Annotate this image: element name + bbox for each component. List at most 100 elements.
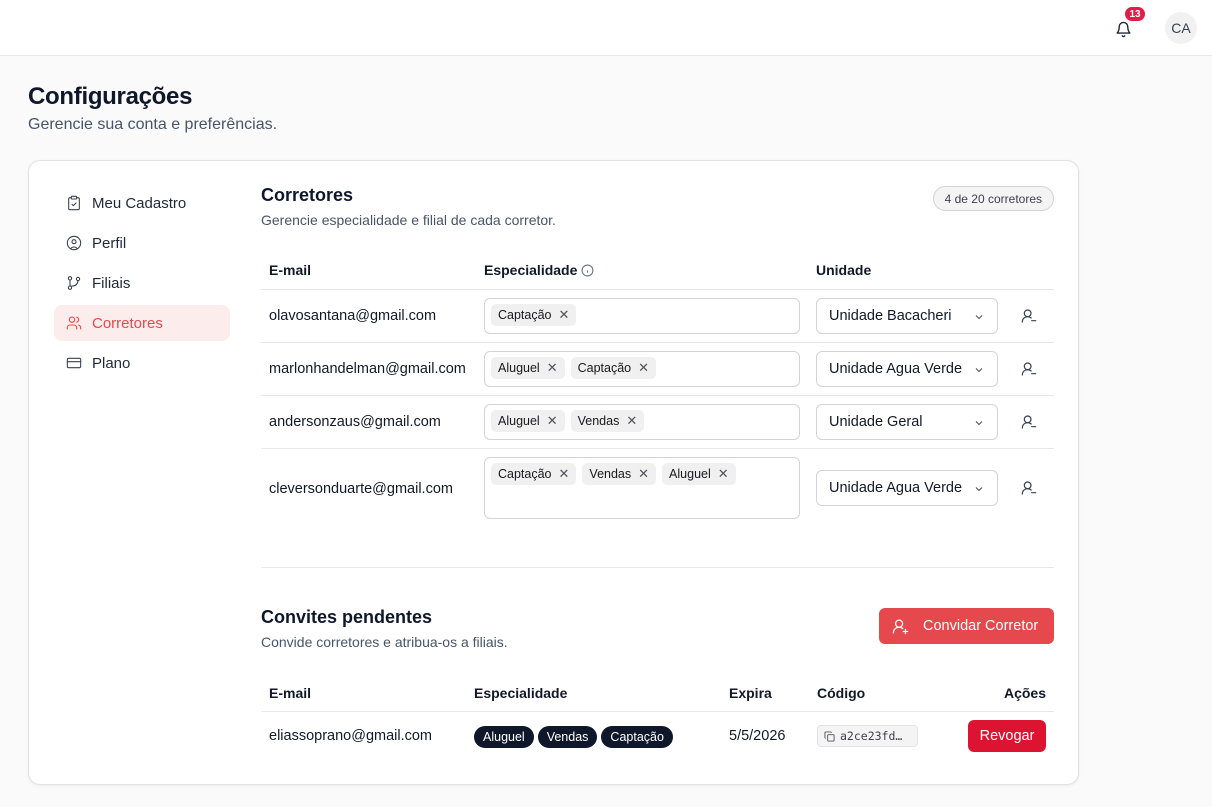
info-icon[interactable] (581, 264, 594, 277)
invite-specialties: Aluguel Vendas Captação (474, 726, 673, 748)
chevron-down-icon (975, 487, 983, 492)
broker-email: marlonhandelman@gmail.com (269, 361, 466, 377)
table-row: olavosantana@gmail.com Captação ✕ Unidade… (261, 290, 1054, 343)
remove-broker-button[interactable] (1017, 357, 1041, 381)
clipboard-icon (68, 195, 80, 211)
nav-item-label: Corretores (92, 314, 163, 332)
page-title: Configurações (28, 83, 193, 110)
nav-item-corretores[interactable]: Corretores (54, 305, 230, 341)
invite-expiry: 5/5/2026 (729, 728, 786, 744)
specialty-chip: Captação ✕ (570, 357, 657, 379)
specialty-chip: Aluguel ✕ (491, 357, 565, 379)
chip-label: Aluguel (498, 414, 540, 428)
unit-select[interactable]: Unidade Agua Verde (816, 351, 998, 387)
chip-label: Aluguel (498, 361, 540, 375)
remove-chip-icon[interactable]: ✕ (638, 466, 649, 482)
nav-item-filiais[interactable]: Filiais (54, 265, 230, 301)
brokers-subtitle: Gerencie especialidade e filial de cada … (261, 212, 556, 228)
invite-code: a2ce23fd… (840, 729, 903, 743)
unit-select[interactable]: Unidade Bacacheri (816, 298, 998, 334)
remove-broker-button[interactable] (1017, 476, 1041, 500)
remove-broker-button[interactable] (1017, 304, 1041, 328)
remove-chip-icon[interactable]: ✕ (626, 413, 637, 429)
nav-item-label: Meu Cadastro (92, 194, 187, 212)
chevron-down-icon (975, 421, 983, 426)
brokers-count-badge: 4 de 20 corretores (932, 186, 1054, 211)
git-branch-icon (67, 276, 81, 290)
column-header-unit: Unidade (816, 262, 872, 278)
invite-broker-button[interactable]: Convidar Corretor (879, 608, 1054, 644)
broker-email: olavosantana@gmail.com (269, 308, 437, 324)
unit-select-value: Unidade Agua Verde (829, 480, 963, 496)
column-header-specialty: Especialidade (474, 685, 568, 701)
revoke-button[interactable]: Revogar (968, 720, 1046, 752)
section-divider (261, 567, 1054, 568)
column-header-expires: Expira (729, 685, 772, 701)
nav-item-plano[interactable]: Plano (54, 345, 230, 381)
table-row: marlonhandelman@gmail.com Aluguel ✕ Capta… (261, 343, 1054, 396)
remove-chip-icon[interactable]: ✕ (559, 466, 570, 482)
specialty-chip: Aluguel ✕ (662, 463, 736, 485)
remove-chip-icon[interactable]: ✕ (559, 307, 570, 323)
brokers-table-header: E-mail Especialidade Unidade (261, 249, 1054, 290)
chip-label: Aluguel (669, 467, 711, 481)
specialty-badge: Vendas (537, 726, 598, 748)
remove-chip-icon[interactable]: ✕ (547, 413, 558, 429)
unit-select-value: Unidade Geral (829, 414, 923, 430)
column-header-specialty: Especialidade (484, 262, 594, 278)
user-minus-icon (1021, 481, 1037, 495)
settings-nav: Meu Cadastro Perfil Filiais Corretores P… (54, 185, 230, 385)
remove-chip-icon[interactable]: ✕ (547, 360, 558, 376)
page-subtitle: Gerencie sua conta e preferências. (28, 116, 278, 133)
column-header-email: E-mail (269, 262, 312, 278)
nav-item-label: Perfil (92, 234, 127, 252)
broker-email: cleversonduarte@gmail.com (269, 481, 453, 497)
chevron-down-icon (975, 315, 983, 320)
remove-broker-button[interactable] (1017, 410, 1041, 434)
table-row: andersonzaus@gmail.com Aluguel ✕ Vendas ✕ … (261, 396, 1054, 449)
specialty-badge: Aluguel (474, 726, 534, 748)
specialty-multiselect[interactable]: Captação ✕ Vendas ✕ Aluguel ✕ (484, 457, 800, 519)
specialty-chip: Captação ✕ (491, 304, 577, 326)
nav-item-meu-cadastro[interactable]: Meu Cadastro (54, 185, 230, 221)
column-header-actions: Ações (1003, 685, 1046, 701)
chip-label: Captação (498, 308, 552, 322)
invite-code-copy[interactable]: a2ce23fd… (817, 725, 918, 747)
table-row: eliassoprano@gmail.com Aluguel Vendas Ca… (261, 712, 1054, 760)
user-minus-icon (1021, 415, 1037, 429)
column-header-code: Código (817, 685, 866, 701)
invites-table-header: E-mail Especialidade Expira Código Ações (261, 675, 1054, 712)
nav-item-perfil[interactable]: Perfil (54, 225, 230, 261)
chevron-down-icon (975, 368, 983, 373)
table-row: cleversonduarte@gmail.com Captação ✕ Vend… (261, 449, 1054, 529)
bell-icon (1115, 21, 1131, 37)
specialty-chip: Captação ✕ (491, 463, 577, 485)
invites-title: Convites pendentes (261, 607, 433, 627)
user-minus-icon (1021, 309, 1037, 323)
remove-chip-icon[interactable]: ✕ (718, 466, 729, 482)
credit-card-icon (66, 357, 82, 369)
specialty-multiselect[interactable]: Aluguel ✕ Vendas ✕ (484, 404, 800, 440)
top-bar: 13 CA (0, 0, 1212, 56)
specialty-badge: Captação (601, 726, 673, 748)
copy-icon (824, 730, 835, 742)
specialty-chip: Vendas ✕ (570, 410, 645, 432)
unit-select-value: Unidade Bacacheri (829, 308, 952, 324)
invites-subtitle: Convide corretores e atribua-os a filiai… (261, 634, 508, 650)
specialty-multiselect[interactable]: Aluguel ✕ Captação ✕ (484, 351, 800, 387)
nav-item-label: Filiais (92, 274, 131, 292)
user-minus-icon (1021, 362, 1037, 376)
invites-header: Convites pendentes Convide corretores e … (261, 607, 508, 650)
column-header-specialty-label: Especialidade (484, 262, 578, 278)
users-icon (66, 316, 82, 330)
specialty-chip: Aluguel ✕ (491, 410, 565, 432)
user-avatar[interactable]: CA (1165, 12, 1197, 44)
specialty-multiselect[interactable]: Captação ✕ (484, 298, 800, 334)
broker-email: andersonzaus@gmail.com (269, 414, 441, 430)
unit-select[interactable]: Unidade Geral (816, 404, 998, 440)
brokers-section: Corretores Gerencie especialidade e fili… (261, 185, 1054, 752)
remove-chip-icon[interactable]: ✕ (638, 360, 649, 376)
unit-select[interactable]: Unidade Agua Verde (816, 470, 998, 506)
column-header-email: E-mail (269, 685, 312, 701)
invite-email: eliassoprano@gmail.com (269, 728, 433, 744)
